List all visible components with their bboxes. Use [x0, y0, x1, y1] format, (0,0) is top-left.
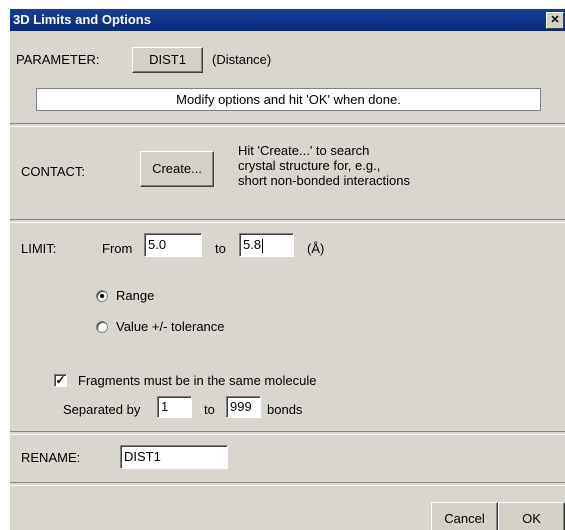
- max-bonds-input[interactable]: 999: [226, 396, 261, 418]
- separator: [10, 219, 565, 223]
- info-message: Modify options and hit 'OK' when done.: [36, 88, 541, 111]
- range-radio-button[interactable]: [96, 290, 108, 302]
- rename-label: RENAME:: [21, 450, 81, 465]
- text-cursor: [262, 238, 264, 253]
- rename-input[interactable]: DIST1: [120, 445, 228, 469]
- parameter-type: (Distance): [212, 52, 272, 67]
- separated-by-label: Separated by: [63, 402, 141, 417]
- separator: [10, 482, 565, 486]
- limit-label: LIMIT:: [21, 241, 57, 256]
- min-bonds-input[interactable]: 1: [157, 396, 192, 418]
- limit-from-input[interactable]: 5.0: [144, 233, 202, 257]
- parameter-name-button[interactable]: DIST1: [132, 47, 203, 73]
- tolerance-radio-button[interactable]: [96, 321, 108, 333]
- contact-help-line-1: Hit 'Create...' to search: [238, 143, 370, 158]
- close-icon[interactable]: ✕: [546, 12, 564, 29]
- same-molecule-checkbox[interactable]: ✓: [54, 374, 67, 387]
- bonds-label: bonds: [267, 402, 303, 417]
- cancel-button[interactable]: Cancel: [431, 502, 498, 530]
- window-title: 3D Limits and Options: [13, 12, 151, 27]
- min-bonds-value: 1: [161, 399, 169, 414]
- limit-unit: (Å): [307, 241, 325, 256]
- contact-label: CONTACT:: [21, 164, 86, 179]
- same-molecule-label[interactable]: Fragments must be in the same molecule: [78, 373, 316, 388]
- ok-button[interactable]: OK: [498, 502, 565, 530]
- separator: [10, 431, 565, 435]
- from-label: From: [102, 241, 133, 256]
- bonds-to-label: to: [204, 402, 215, 417]
- title-bar[interactable]: 3D Limits and Options ✕: [10, 9, 565, 31]
- contact-help-line-2: crystal structure for, e.g.,: [238, 158, 381, 173]
- radio-selected-dot: [100, 294, 104, 298]
- create-contact-button[interactable]: Create...: [140, 151, 214, 187]
- limit-from-value: 5.0: [148, 237, 167, 252]
- dialog-window: 3D Limits and Options ✕ PARAMETER: DIST1…: [10, 8, 565, 530]
- range-option-label[interactable]: Range: [116, 288, 154, 303]
- parameter-label: PARAMETER:: [16, 52, 100, 67]
- max-bonds-value: 999: [230, 399, 252, 414]
- contact-help-line-3: short non-bonded interactions: [238, 173, 411, 188]
- to-label: to: [215, 241, 226, 256]
- limit-to-value: 5.8: [243, 237, 262, 252]
- tolerance-option-label[interactable]: Value +/- tolerance: [116, 319, 225, 334]
- rename-value: DIST1: [124, 449, 161, 464]
- limit-to-input[interactable]: 5.8: [239, 233, 294, 257]
- separator: [10, 123, 565, 127]
